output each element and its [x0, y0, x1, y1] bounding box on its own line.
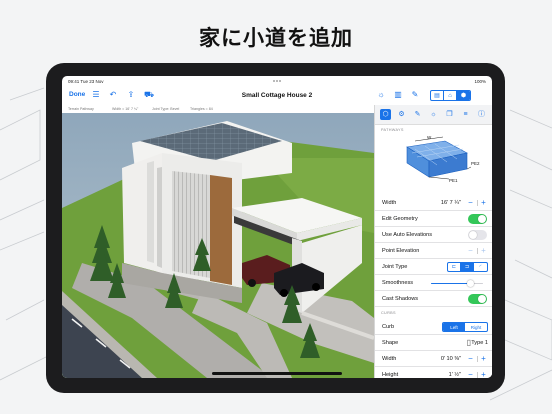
- info-bar: Terrain Pathway Width = 16' 7 ¼" Joint T…: [62, 105, 374, 113]
- paint-icon[interactable]: ✎: [410, 90, 420, 100]
- curb-side-segmented: Left Right: [442, 322, 488, 332]
- width-minus-button[interactable]: −: [466, 198, 475, 208]
- joint-miter-icon[interactable]: ⊏: [448, 263, 461, 271]
- joint-type-segmented: ⊏ ⊐ ◜: [447, 262, 488, 272]
- edit-geometry-toggle[interactable]: [468, 214, 487, 224]
- shape-value[interactable]: Type 1: [471, 340, 488, 346]
- paint-tab-icon[interactable]: ✎: [412, 109, 423, 120]
- info-joint: Joint Type: Bevel: [152, 107, 180, 111]
- plan-view-icon[interactable]: ▤: [431, 91, 444, 100]
- point-elevation-row: Point Elevation − +: [375, 243, 492, 259]
- app-screen: 09:41 Tue 23 Nov 100% Done ☰ ↶ ⇪ ⛟ Small…: [62, 76, 492, 378]
- cast-shadows-toggle[interactable]: [468, 294, 487, 304]
- auto-elevations-label: Use Auto Elevations: [382, 232, 433, 238]
- smoothness-slider-thumb[interactable]: [467, 279, 475, 287]
- house-3d-render: [62, 113, 374, 378]
- list-icon[interactable]: ☰: [91, 90, 101, 100]
- done-button[interactable]: Done: [69, 91, 85, 98]
- panel-tabs: ⬡ ⚙ ✎ ☼ ❐ ≡ ⓘ: [375, 105, 492, 125]
- width-stepper: − +: [466, 198, 488, 208]
- curb-width-plus-button[interactable]: +: [479, 354, 488, 364]
- width-label: Width: [382, 200, 397, 206]
- info-width: Width = 16' 7 ¼": [112, 107, 139, 111]
- edit-geometry-label: Edit Geometry: [382, 216, 418, 222]
- status-bar: 09:41 Tue 23 Nov 100%: [62, 76, 492, 87]
- auto-elevations-toggle[interactable]: [468, 230, 487, 240]
- point-elevation-plus-button[interactable]: +: [479, 246, 488, 256]
- curb-width-label: Width: [382, 356, 397, 362]
- joint-round-icon[interactable]: ◜: [474, 263, 487, 271]
- battery-level: 100%: [474, 79, 486, 84]
- section-curbs: CURBS: [381, 311, 396, 315]
- cast-shadows-label: Cast Shadows: [382, 296, 419, 302]
- home-indicator: [212, 372, 342, 375]
- curb-row: Curb Left Right: [375, 319, 492, 335]
- pathway-tab-icon[interactable]: ⬡: [380, 109, 391, 120]
- curb-width-minus-button[interactable]: −: [466, 354, 475, 364]
- height-label: Height: [382, 372, 399, 378]
- point-elevation-minus-button[interactable]: −: [466, 246, 475, 256]
- status-time: 09:41 Tue 23 Nov: [68, 79, 104, 84]
- info-triangles: Triangles = 84: [190, 107, 213, 111]
- toolbar: Done ☰ ↶ ⇪ ⛟ Small Cottage House 2 ☼ ▥ ✎…: [62, 87, 492, 105]
- share-icon[interactable]: ⇪: [126, 90, 136, 100]
- height-plus-button[interactable]: +: [479, 370, 488, 378]
- info-tab-icon[interactable]: ⓘ: [476, 109, 487, 120]
- joint-bevel-icon[interactable]: ⊐: [461, 263, 474, 271]
- curb-left-option[interactable]: Left: [443, 323, 465, 331]
- smoothness-slider[interactable]: [431, 279, 483, 287]
- diagram-pe2-label: PE2: [471, 161, 480, 166]
- selected-object-name: Terrain Pathway: [68, 107, 94, 111]
- split-view-icon[interactable]: ⌂: [444, 91, 457, 100]
- height-value[interactable]: 1' ½": [449, 372, 461, 378]
- curb-width-value[interactable]: 0' 10 ⅜": [441, 356, 461, 362]
- lightbulb-icon[interactable]: ☼: [376, 90, 386, 100]
- curb-width-row: Width 0' 10 ⅜" − +: [375, 351, 492, 367]
- light-tab-icon[interactable]: ☼: [428, 109, 439, 120]
- pathway-diagram: W PE2 PE1: [406, 135, 480, 183]
- width-value[interactable]: 16' 7 ¼": [441, 200, 461, 206]
- joint-type-label: Joint Type: [382, 264, 408, 270]
- copy-tab-icon[interactable]: ❐: [444, 109, 455, 120]
- library-icon[interactable]: ▥: [393, 90, 403, 100]
- properties-panel: ⬡ ⚙ ✎ ☼ ❐ ≡ ⓘ PATHWAYS W PE2 PE1 Width 1…: [374, 105, 492, 378]
- settings-tab-icon[interactable]: ⚙: [396, 109, 407, 120]
- 3d-viewport[interactable]: [62, 113, 374, 378]
- multitask-dots-icon: [273, 80, 281, 82]
- height-minus-button[interactable]: −: [466, 370, 475, 378]
- diagram-w-label: W: [427, 135, 432, 140]
- height-stepper: − +: [466, 370, 488, 378]
- 3d-view-icon[interactable]: ⬢: [457, 91, 470, 100]
- joint-type-row: Joint Type ⊏ ⊐ ◜: [375, 259, 492, 275]
- edit-geometry-row: Edit Geometry: [375, 211, 492, 227]
- curb-width-stepper: − +: [466, 354, 488, 364]
- smoothness-label: Smoothness: [382, 280, 414, 286]
- point-elevation-stepper: − +: [466, 246, 488, 256]
- curb-right-option[interactable]: Right: [465, 323, 487, 331]
- cart-icon[interactable]: ⛟: [144, 90, 154, 100]
- layers-tab-icon[interactable]: ≡: [460, 109, 471, 120]
- smoothness-row: Smoothness: [375, 275, 492, 291]
- view-mode-segmented: ▤ ⌂ ⬢: [430, 90, 471, 101]
- section-pathways: PATHWAYS: [381, 128, 404, 132]
- height-row: Height 1' ½" − +: [375, 367, 492, 378]
- point-elevation-label: Point Elevation: [382, 248, 420, 254]
- curb-label: Curb: [382, 324, 395, 330]
- width-row: Width 16' 7 ¼" − +: [375, 195, 492, 211]
- width-plus-button[interactable]: +: [479, 198, 488, 208]
- cast-shadows-row: Cast Shadows: [375, 291, 492, 307]
- headline: 家に小道を追加: [199, 26, 353, 50]
- shape-label: Shape: [382, 340, 399, 346]
- auto-elevations-row: Use Auto Elevations: [375, 227, 492, 243]
- diagram-pe1-label: PE1: [449, 178, 458, 183]
- shape-row: Shape ▯ Type 1: [375, 335, 492, 351]
- undo-icon[interactable]: ↶: [108, 90, 118, 100]
